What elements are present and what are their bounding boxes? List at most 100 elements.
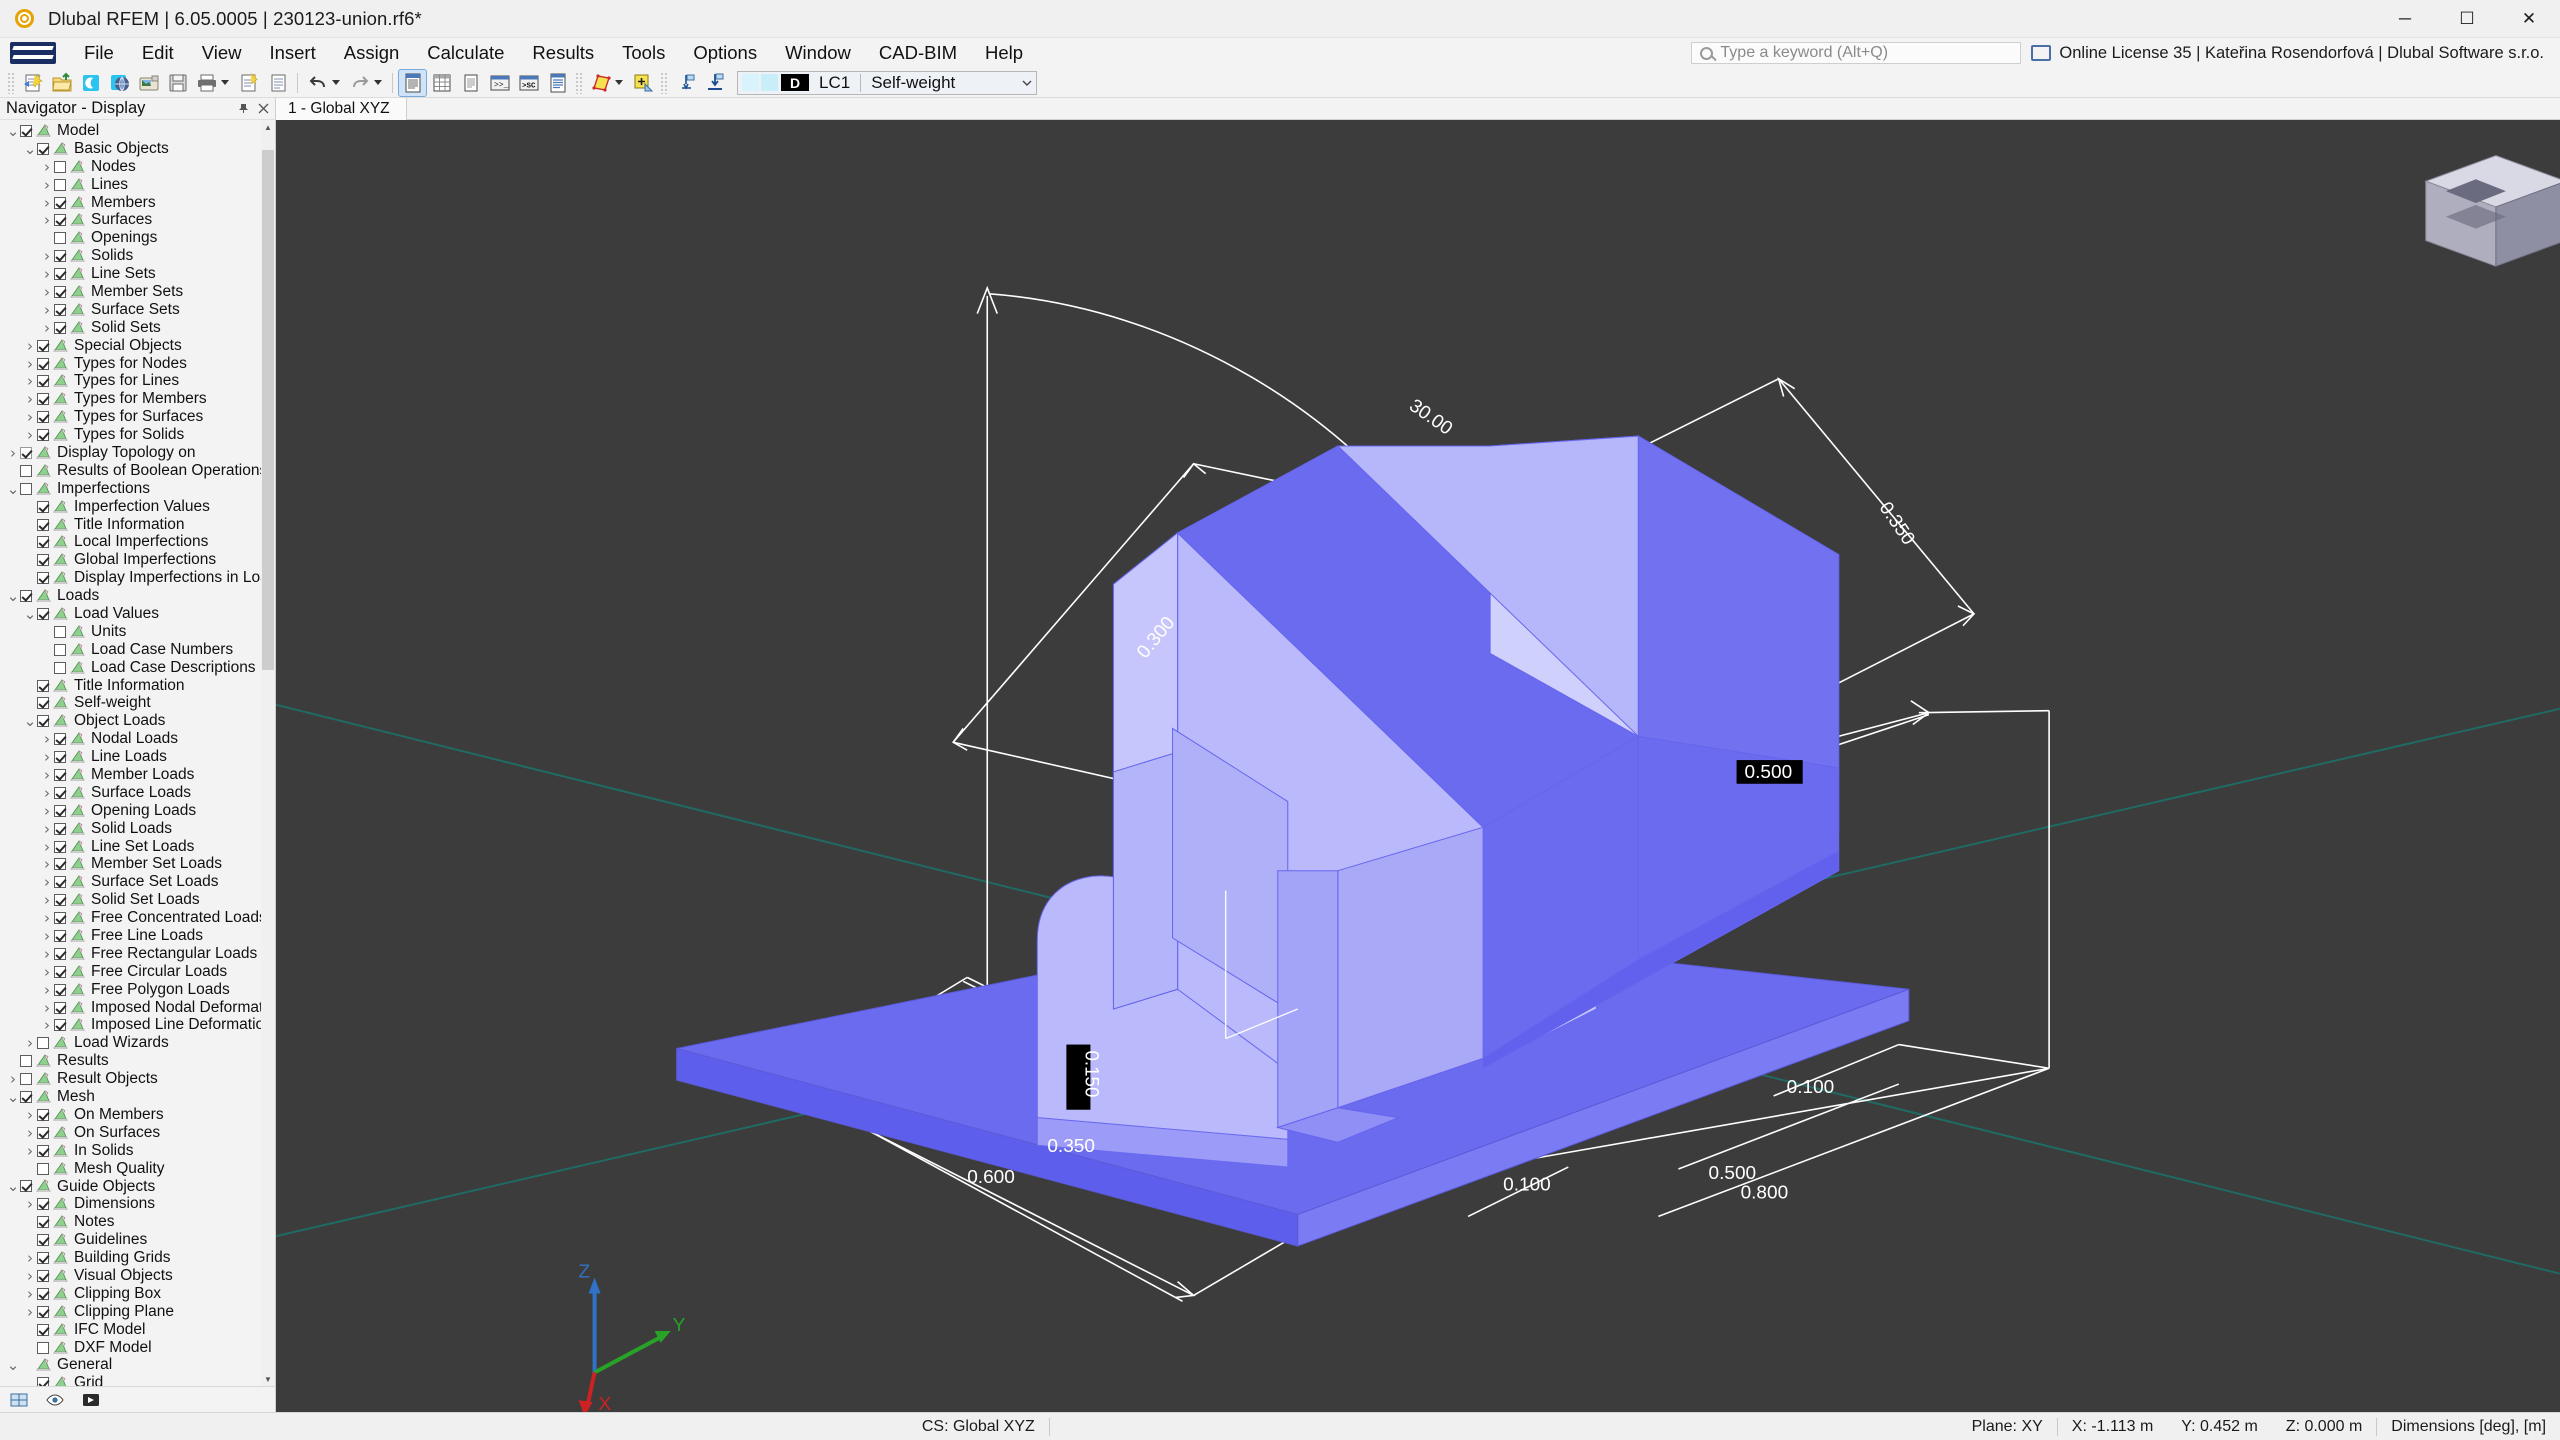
tree-item[interactable]: ⌄ Imperfections [0, 480, 275, 498]
print-icon[interactable] [193, 70, 220, 96]
redo-icon[interactable] [346, 70, 373, 96]
tree-item-checkbox[interactable] [37, 1324, 49, 1336]
chevron-right-icon[interactable]: › [23, 410, 37, 424]
tree-item[interactable]: DXF Model [0, 1339, 275, 1357]
chevron-down-icon[interactable]: ⌄ [23, 714, 37, 728]
tree-item[interactable]: Self-weight [0, 695, 275, 713]
tree-item[interactable]: Mesh Quality [0, 1160, 275, 1178]
chevron-right-icon[interactable]: › [40, 160, 54, 174]
tree-item-checkbox[interactable] [20, 447, 32, 459]
keyword-search-box[interactable]: Type a keyword (Alt+Q) [1691, 42, 2021, 64]
tree-item[interactable]: › Member Sets [0, 283, 275, 301]
add-solid-icon[interactable] [629, 70, 656, 96]
menu-calculate[interactable]: Calculate [413, 38, 518, 68]
tree-item-checkbox[interactable] [37, 1163, 49, 1175]
tree-item-checkbox[interactable] [54, 214, 66, 226]
tree-item[interactable]: › Free Polygon Loads [0, 981, 275, 999]
tree-item[interactable]: › Line Loads [0, 748, 275, 766]
table-list-icon[interactable] [457, 70, 484, 96]
tree-item[interactable]: › Nodes [0, 158, 275, 176]
new-model-icon[interactable] [19, 70, 46, 96]
chevron-right-icon[interactable]: › [23, 357, 37, 371]
menu-help[interactable]: Help [971, 38, 1037, 68]
tree-item-checkbox[interactable] [54, 644, 66, 656]
tree-item-checkbox[interactable] [54, 823, 66, 835]
tree-item[interactable]: › Types for Solids [0, 426, 275, 444]
chevron-right-icon[interactable]: › [40, 857, 54, 871]
tree-item-checkbox[interactable] [37, 411, 49, 423]
tree-item-checkbox[interactable] [54, 930, 66, 942]
open-folder-icon[interactable] [48, 70, 75, 96]
data-panel-icon[interactable] [544, 70, 571, 96]
chevron-down-icon[interactable]: ⌄ [6, 1090, 20, 1104]
tree-item[interactable]: Notes [0, 1213, 275, 1231]
chevron-right-icon[interactable]: › [40, 929, 54, 943]
tree-item[interactable]: Imperfection Values [0, 498, 275, 516]
printout-report-icon[interactable] [235, 70, 262, 96]
close-icon[interactable] [255, 101, 271, 117]
tree-item[interactable]: Grid [0, 1374, 275, 1386]
chevron-right-icon[interactable]: › [40, 213, 54, 227]
chevron-right-icon[interactable]: › [23, 339, 37, 353]
chevron-right-icon[interactable]: › [40, 804, 54, 818]
menu-assign[interactable]: Assign [330, 38, 414, 68]
tree-item-checkbox[interactable] [37, 715, 49, 727]
tree-item-checkbox[interactable] [37, 1127, 49, 1139]
tree-item[interactable]: › Solids [0, 247, 275, 265]
tree-item-checkbox[interactable] [37, 554, 49, 566]
chevron-down-icon[interactable]: ⌄ [23, 142, 37, 156]
scroll-down-arrow-icon[interactable]: ▼ [261, 1372, 275, 1386]
tree-item-checkbox[interactable] [54, 769, 66, 781]
tree-item[interactable]: ⌄ Basic Objects [0, 140, 275, 158]
toolbar-grip-3[interactable] [660, 72, 668, 94]
tree-item-checkbox[interactable] [37, 572, 49, 584]
tree-item[interactable]: › Members [0, 194, 275, 212]
tree-item[interactable]: › Building Grids [0, 1249, 275, 1267]
tree-item-checkbox[interactable] [37, 1145, 49, 1157]
chevron-right-icon[interactable]: › [23, 1287, 37, 1301]
chevron-right-icon[interactable]: › [40, 1018, 54, 1032]
tree-item[interactable]: › On Members [0, 1106, 275, 1124]
chevron-right-icon[interactable]: › [40, 178, 54, 192]
tree-item[interactable]: Load Case Numbers [0, 641, 275, 659]
tree-item-checkbox[interactable] [37, 1252, 49, 1264]
tree-item[interactable]: › On Surfaces [0, 1124, 275, 1142]
tree-item-checkbox[interactable] [37, 1288, 49, 1300]
chevron-right-icon[interactable]: › [23, 374, 37, 388]
menu-insert[interactable]: Insert [255, 38, 329, 68]
tree-item-checkbox[interactable] [54, 250, 66, 262]
tree-item[interactable]: › Opening Loads [0, 802, 275, 820]
tree-item[interactable]: Local Imperfections [0, 533, 275, 551]
menu-view[interactable]: View [188, 38, 256, 68]
tree-item-checkbox[interactable] [54, 232, 66, 244]
navigator-scrollbar[interactable]: ▲ ▼ [261, 120, 275, 1386]
tree-item-checkbox[interactable] [54, 197, 66, 209]
menu-tools[interactable]: Tools [608, 38, 679, 68]
tree-item-checkbox[interactable] [54, 912, 66, 924]
tree-item[interactable]: › Surface Loads [0, 784, 275, 802]
tree-item[interactable]: › Clipping Box [0, 1285, 275, 1303]
tree-item-checkbox[interactable] [20, 590, 32, 602]
print-dropdown-caret-icon[interactable] [221, 80, 229, 85]
chevron-right-icon[interactable]: › [23, 1269, 37, 1283]
tree-item-checkbox[interactable] [54, 322, 66, 334]
tree-item-checkbox[interactable] [54, 751, 66, 763]
chevron-right-icon[interactable]: › [23, 428, 37, 442]
maximize-button[interactable]: ☐ [2436, 0, 2498, 38]
tree-item[interactable]: IFC Model [0, 1321, 275, 1339]
menu-cad-bim[interactable]: CAD-BIM [865, 38, 971, 68]
document-icon[interactable] [264, 70, 291, 96]
tree-item-checkbox[interactable] [54, 841, 66, 853]
tree-item-checkbox[interactable] [37, 608, 49, 620]
chevron-right-icon[interactable]: › [23, 1126, 37, 1140]
chevron-right-icon[interactable]: › [40, 303, 54, 317]
tree-item-checkbox[interactable] [37, 1270, 49, 1282]
model-tab-icon[interactable] [6, 1389, 32, 1411]
tree-item-checkbox[interactable] [54, 787, 66, 799]
console-icon[interactable]: >>_ [486, 70, 513, 96]
tree-item[interactable]: ⌄ Loads [0, 587, 275, 605]
tree-item-checkbox[interactable] [54, 179, 66, 191]
tree-item[interactable]: Results of Boolean Operations [0, 462, 275, 480]
toolbar-grip-2[interactable] [575, 72, 583, 94]
tree-item[interactable]: ⌄ Mesh [0, 1088, 275, 1106]
